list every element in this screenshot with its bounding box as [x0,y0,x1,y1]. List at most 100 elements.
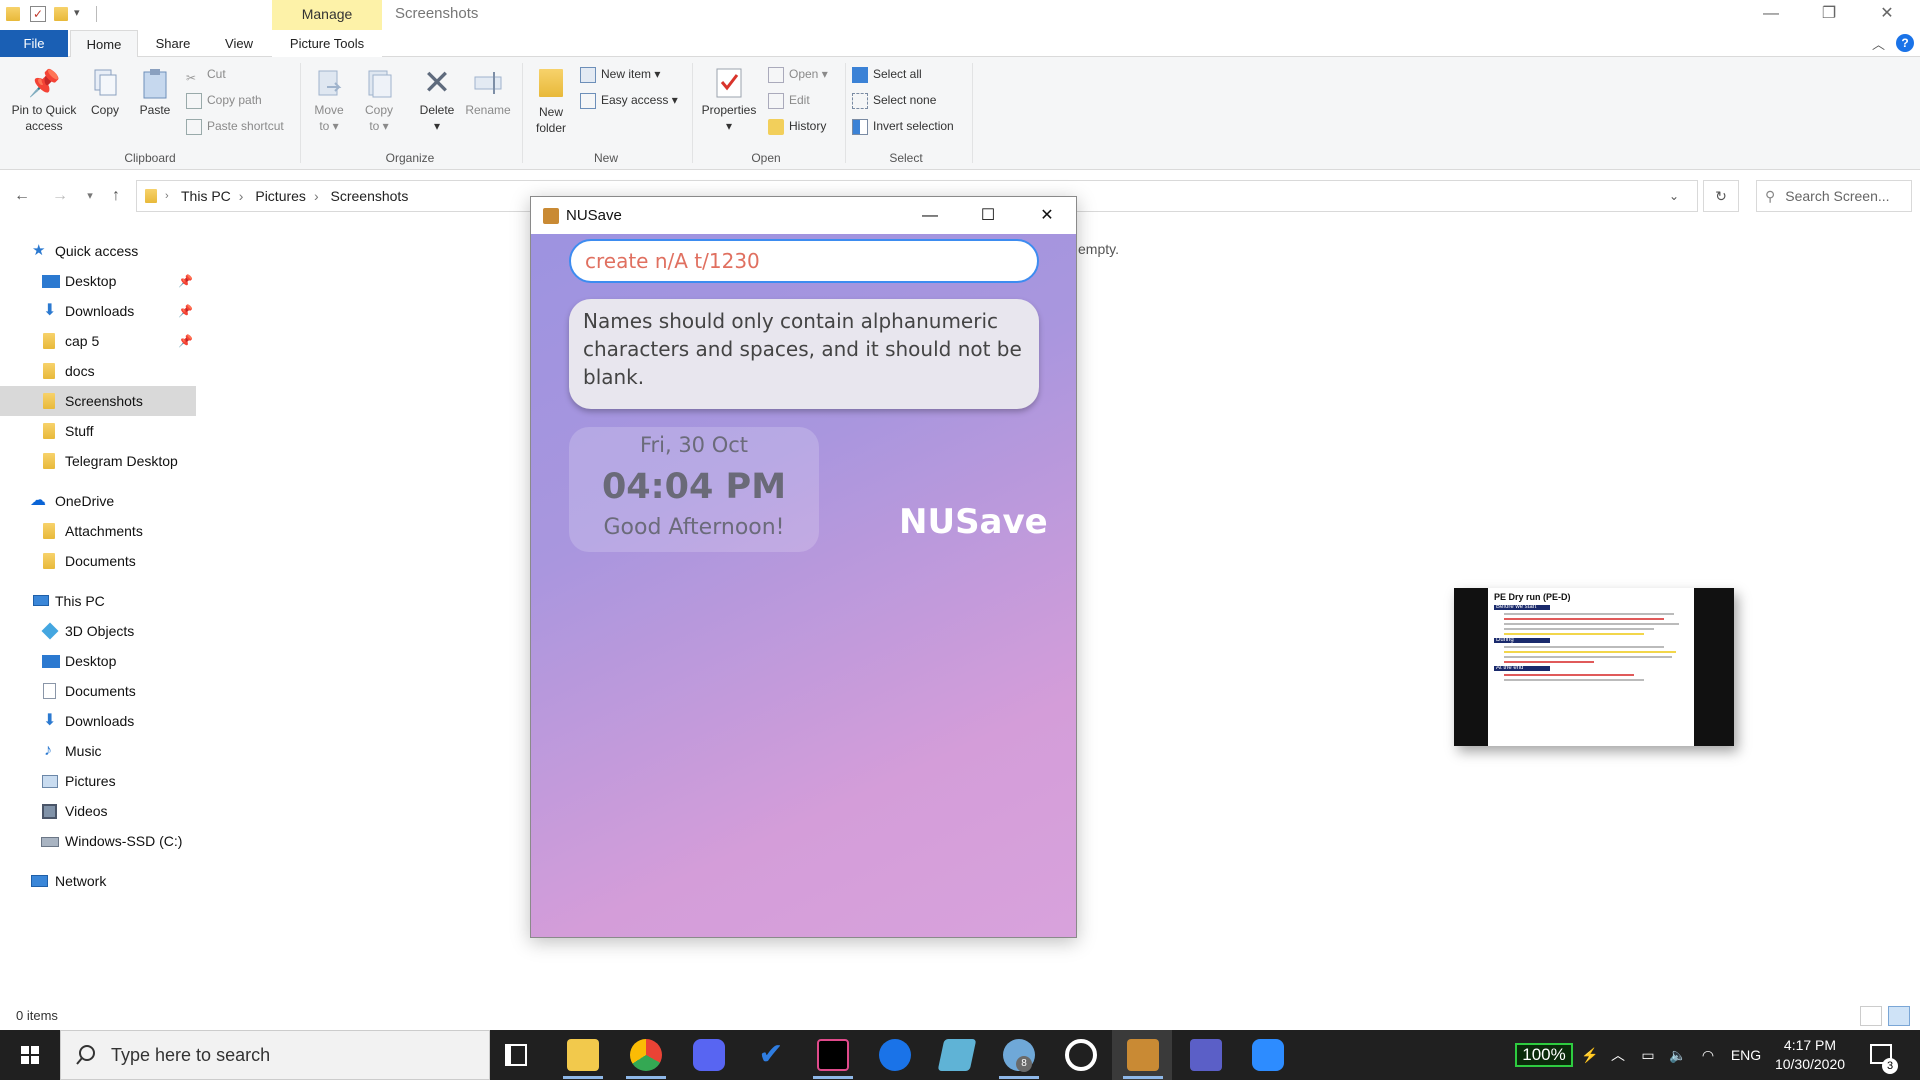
paste-button[interactable]: Paste [134,67,176,118]
nav-quick-access[interactable]: ★ Quick access [0,236,196,266]
nav-pc-windows-ssd[interactable]: Windows-SSD (C:) [0,826,196,856]
search-app-icon[interactable] [1065,1039,1097,1071]
maps-pin-icon[interactable] [879,1039,911,1071]
history-button[interactable]: History [768,115,826,137]
nusave-close-button[interactable]: ✕ [1018,197,1076,234]
command-input[interactable]: create n/A t/1230 [569,239,1039,283]
teams-icon[interactable] [1190,1039,1222,1071]
customize-quick-access-icon[interactable]: ▾ [74,6,80,19]
forward-arrow-icon[interactable]: → [48,184,72,208]
breadcrumb-this-pc[interactable]: This PC [181,188,231,204]
rename-button[interactable]: Rename [462,67,514,118]
delete-button[interactable]: ✕ Delete ▾ [414,66,460,134]
battery-icon[interactable]: ▭ [1636,1030,1660,1080]
nav-pc-videos[interactable]: Videos [0,796,196,826]
cut-button[interactable]: ✂ Cut [186,63,226,85]
move-to-button[interactable]: Move to ▾ [308,67,350,134]
up-arrow-icon[interactable]: ↑ [104,184,128,208]
nusave-maximize-button[interactable]: ☐ [959,197,1017,234]
edit-button[interactable]: Edit [768,89,810,111]
new-folder-button[interactable]: New folder [530,67,572,136]
breadcrumb-pictures[interactable]: Pictures [255,188,306,204]
address-dropdown-chevron-icon[interactable]: ⌄ [1669,181,1679,211]
tab-manage[interactable]: Manage [272,0,382,30]
tab-share[interactable]: Share [150,30,196,57]
paste-shortcut-button[interactable]: Paste shortcut [186,115,284,137]
select-all-button[interactable]: Select all [852,63,922,85]
new-item-button[interactable]: New item ▾ [580,63,660,85]
nav-this-pc[interactable]: This PC [0,586,196,616]
nav-pc-music[interactable]: ♪ Music [0,736,196,766]
file-explorer-icon[interactable] [567,1039,599,1071]
copy-path-button[interactable]: Copy path [186,89,262,111]
close-button[interactable]: ✕ [1864,0,1910,30]
tab-file[interactable]: File [0,30,68,57]
nav-network[interactable]: Network [0,866,196,896]
tab-picture-tools[interactable]: Picture Tools [272,30,382,57]
nav-qa-stuff[interactable]: Stuff [0,416,196,446]
nav-onedrive[interactable]: ☁ OneDrive [0,486,196,516]
charging-bolt-icon[interactable]: ⚡ [1580,1030,1600,1080]
nav-qa-screenshots[interactable]: Screenshots [0,386,196,416]
nav-qa-cap5[interactable]: cap 5 📌 [0,326,196,356]
battery-percentage[interactable]: 100% [1515,1043,1573,1067]
nav-qa-downloads[interactable]: ⬇ Downloads 📌 [0,296,196,326]
back-arrow-icon[interactable]: ← [10,184,34,208]
move-to-label-2: to ▾ [319,119,339,133]
discord-icon[interactable] [693,1039,725,1071]
delete-label: Delete [419,103,455,117]
nav-od-attachments[interactable]: Attachments [0,516,196,546]
maximize-button[interactable]: ❐ [1806,0,1852,30]
help-icon[interactable]: ? [1896,34,1914,52]
notes-app-icon[interactable] [937,1039,977,1071]
nusave-indicator [1123,1076,1163,1079]
taskbar-search-box[interactable]: Type here to search [60,1030,490,1080]
tab-view[interactable]: View [216,30,262,57]
search-input[interactable]: ⚲ Search Screen... [1756,180,1912,212]
properties-quick-icon[interactable]: ✓ [30,6,46,22]
zoom-icon[interactable] [1252,1039,1284,1071]
select-none-button[interactable]: Select none [852,89,936,111]
new-folder-quick-icon[interactable] [54,7,68,21]
details-view-icon[interactable] [1860,1006,1882,1026]
nusave-taskbar-icon[interactable] [1127,1039,1159,1071]
collapse-ribbon-icon[interactable]: ︿ [1872,34,1885,53]
volume-icon[interactable]: 🔈 [1666,1030,1690,1080]
nav-pc-3d-objects[interactable]: 3D Objects [0,616,196,646]
pin-to-quick-access-button[interactable]: 📌 Pin to Quick access [6,67,82,134]
select-none-label: Select none [873,93,937,107]
nav-pc-desktop[interactable]: Desktop [0,646,196,676]
nav-pc-documents[interactable]: Documents [0,676,196,706]
nav-pc-pictures[interactable]: Pictures [0,766,196,796]
show-hidden-icons-chevron-icon[interactable]: ︿ [1608,1030,1628,1080]
nav-item-label: docs [65,363,95,379]
nav-qa-desktop[interactable]: Desktop 📌 [0,266,196,296]
tab-home[interactable]: Home [70,30,138,58]
nav-pc-downloads[interactable]: ⬇ Downloads [0,706,196,736]
wifi-icon[interactable]: ◠ [1696,1030,1720,1080]
intellij-icon[interactable] [817,1039,849,1071]
system-clock[interactable]: 4:17 PM 10/30/2020 [1760,1036,1860,1074]
copy-to-button[interactable]: Copy to ▾ [358,67,400,134]
minimize-button[interactable]: — [1748,0,1794,30]
todo-check-icon[interactable]: ✔ [755,1039,787,1071]
easy-access-button[interactable]: Easy access ▾ [580,89,678,111]
recent-locations-chevron-icon[interactable]: ▾ [78,184,102,208]
large-icons-view-icon[interactable] [1888,1006,1910,1026]
copy-button[interactable]: Copy [86,67,124,118]
invert-selection-button[interactable]: Invert selection [852,115,954,137]
refresh-icon[interactable]: ↻ [1703,180,1739,212]
task-view-icon[interactable] [505,1044,527,1066]
nusave-minimize-button[interactable]: — [901,197,959,234]
open-button[interactable]: Open ▾ [768,63,828,85]
windows-start-button[interactable] [0,1030,60,1080]
properties-button[interactable]: Properties ▾ [696,67,762,134]
nav-od-documents[interactable]: Documents [0,546,196,576]
taskbar-search-placeholder: Type here to search [111,1045,271,1065]
nav-qa-telegram-desktop[interactable]: Telegram Desktop [0,446,196,476]
clock-time: 04:04 PM [601,467,787,507]
breadcrumb-screenshots[interactable]: Screenshots [331,188,409,204]
chrome-icon[interactable] [630,1039,662,1071]
nav-qa-docs[interactable]: docs [0,356,196,386]
nav-item-label: Music [65,743,102,759]
